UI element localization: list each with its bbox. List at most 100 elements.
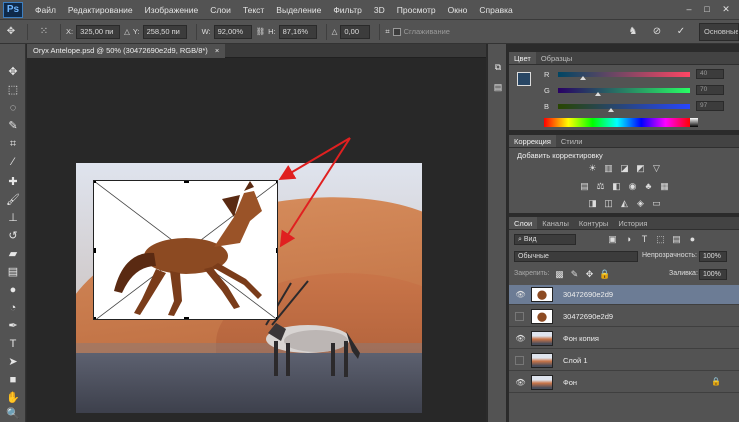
menu-layers[interactable]: Слои — [204, 5, 237, 15]
workspace-switcher[interactable]: Основные — [699, 23, 739, 41]
selective-color-icon[interactable]: ◈ — [635, 198, 646, 209]
color-spectrum-ramp[interactable] — [544, 118, 690, 127]
filter-adjust-icon[interactable]: ◑ — [623, 234, 634, 245]
transform-handle[interactable] — [94, 317, 96, 319]
transform-handle[interactable] — [184, 317, 189, 319]
blur-tool-icon[interactable]: ● — [4, 282, 22, 298]
layer-filter-select[interactable]: ⌕ Вид — [514, 234, 576, 245]
layer-name[interactable]: 30472690e2d9 — [563, 312, 613, 321]
link-icon[interactable]: ⛓ — [256, 27, 266, 36]
black-white-icon[interactable]: ◧ — [611, 181, 622, 192]
path-select-icon[interactable]: ➤ — [4, 354, 22, 370]
filter-toggle-icon[interactable]: ● — [687, 234, 698, 245]
photo-filter-icon[interactable]: ◉ — [627, 181, 638, 192]
transform-handle[interactable] — [94, 248, 96, 253]
layer-name[interactable]: Фон копия — [563, 334, 599, 343]
menu-select[interactable]: Выделение — [270, 5, 327, 15]
lasso-tool-icon[interactable]: ◌ — [4, 100, 22, 116]
vibrance-icon[interactable]: ▽ — [651, 163, 662, 174]
layer-thumbnail[interactable] — [531, 287, 553, 302]
eye-icon[interactable]: 👁 — [515, 289, 526, 300]
transform-handle[interactable] — [276, 317, 277, 319]
brush-tool-icon[interactable]: 🖌 — [4, 192, 22, 208]
gradient-map-icon[interactable]: ▭ — [651, 198, 662, 209]
horse-layer-image[interactable] — [93, 180, 278, 320]
color-lookup-icon[interactable]: ▦ — [659, 181, 670, 192]
blend-mode-select[interactable]: Обычные — [514, 251, 638, 262]
properties-panel-icon[interactable]: ▤ — [492, 82, 504, 94]
tab-color[interactable]: Цвет — [509, 52, 536, 64]
hand-tool-icon[interactable]: ✋ — [4, 390, 22, 406]
filter-shape-icon[interactable]: ⬚ — [655, 234, 666, 245]
layer-name[interactable]: Слой 1 — [563, 356, 588, 365]
height-field[interactable]: 87,16% — [278, 24, 317, 39]
hue-saturation-icon[interactable]: ▤ — [579, 181, 590, 192]
visibility-toggle[interactable] — [515, 312, 524, 321]
eyedropper-tool-icon[interactable]: ⁄ — [4, 154, 22, 170]
dodge-tool-icon[interactable]: ◔ — [4, 300, 22, 316]
layer-thumbnail[interactable] — [531, 309, 553, 324]
menu-edit[interactable]: Редактирование — [62, 5, 139, 15]
green-slider-track[interactable] — [558, 88, 690, 93]
layer-row[interactable]: 👁 30472690e2d9 — [509, 285, 739, 305]
layer-thumbnail[interactable] — [531, 331, 553, 346]
clone-stamp-icon[interactable]: ⊥ — [4, 210, 22, 226]
green-slider[interactable]: G 70 — [509, 85, 739, 96]
minimize-button[interactable]: – — [683, 3, 695, 15]
move-tool-icon[interactable]: ✥ — [4, 64, 22, 80]
menu-help[interactable]: Справка — [473, 5, 518, 15]
layer-row[interactable]: 30472690e2d9 — [509, 307, 739, 327]
threshold-icon[interactable]: ◭ — [619, 198, 630, 209]
tab-history[interactable]: История — [613, 217, 652, 229]
exposure-icon[interactable]: ◩ — [635, 163, 646, 174]
brightness-icon[interactable]: ☀ — [587, 163, 598, 174]
shape-tool-icon[interactable]: ■ — [4, 372, 22, 388]
channel-mixer-icon[interactable]: ♣ — [643, 181, 654, 192]
posterize-icon[interactable]: ◫ — [603, 198, 614, 209]
gradient-tool-icon[interactable]: ▤ — [4, 264, 22, 280]
filter-smart-icon[interactable]: ▤ — [671, 234, 682, 245]
filter-type-icon[interactable]: T — [639, 234, 650, 245]
x-position-field[interactable]: 325,00 пи — [76, 24, 121, 39]
blue-slider-track[interactable] — [558, 104, 690, 109]
levels-icon[interactable]: ▥ — [603, 163, 614, 174]
blue-slider[interactable]: B 97 — [509, 101, 739, 112]
eraser-tool-icon[interactable]: ▰ — [4, 246, 22, 262]
curves-icon[interactable]: ◪ — [619, 163, 630, 174]
eye-icon[interactable]: 👁 — [515, 333, 526, 344]
red-slider-knob[interactable] — [580, 76, 587, 80]
layer-name[interactable]: Фон — [563, 378, 577, 387]
layer-row[interactable]: Слой 1 — [509, 351, 739, 371]
quick-select-tool-icon[interactable]: ✎ — [4, 118, 22, 134]
green-slider-knob[interactable] — [594, 92, 601, 96]
layer-thumbnail[interactable] — [531, 375, 553, 390]
transform-handle[interactable] — [184, 181, 189, 183]
lock-image-icon[interactable]: ✎ — [569, 269, 580, 280]
green-value-field[interactable]: 70 — [696, 85, 724, 95]
close-tab-icon[interactable]: × — [215, 46, 219, 55]
close-window-button[interactable]: ✕ — [720, 3, 732, 15]
angle-field[interactable]: 0,00 — [340, 24, 371, 39]
y-position-field[interactable]: 258,50 пи — [142, 24, 187, 39]
opacity-field[interactable]: 100% — [699, 251, 727, 262]
red-value-field[interactable]: 40 — [696, 69, 724, 79]
zoom-tool-icon[interactable]: 🔍 — [4, 406, 22, 422]
transform-handle[interactable] — [276, 181, 277, 183]
layer-name[interactable]: 30472690e2d9 — [563, 290, 613, 299]
type-tool-icon[interactable]: T — [4, 336, 22, 352]
lock-transparent-icon[interactable]: ▩ — [554, 269, 565, 280]
history-panel-icon[interactable]: ⧉ — [492, 62, 504, 74]
filter-pixel-icon[interactable]: ▣ — [607, 234, 618, 245]
red-slider[interactable]: R 40 — [509, 69, 739, 80]
move-tool-preset-icon[interactable]: ✥ — [4, 25, 18, 39]
tab-layers[interactable]: Слои — [509, 217, 538, 229]
puppet-icon[interactable]: ♞ — [626, 25, 640, 39]
layer-thumbnail[interactable] — [531, 353, 553, 368]
blue-slider-knob[interactable] — [607, 108, 614, 112]
black-white-ramp[interactable] — [690, 118, 698, 127]
menu-text[interactable]: Текст — [237, 5, 270, 15]
tab-paths[interactable]: Контуры — [574, 217, 613, 229]
cancel-transform-icon[interactable]: ⊘ — [650, 25, 664, 39]
maximize-button[interactable]: □ — [701, 3, 713, 15]
transform-handle[interactable] — [94, 181, 96, 183]
